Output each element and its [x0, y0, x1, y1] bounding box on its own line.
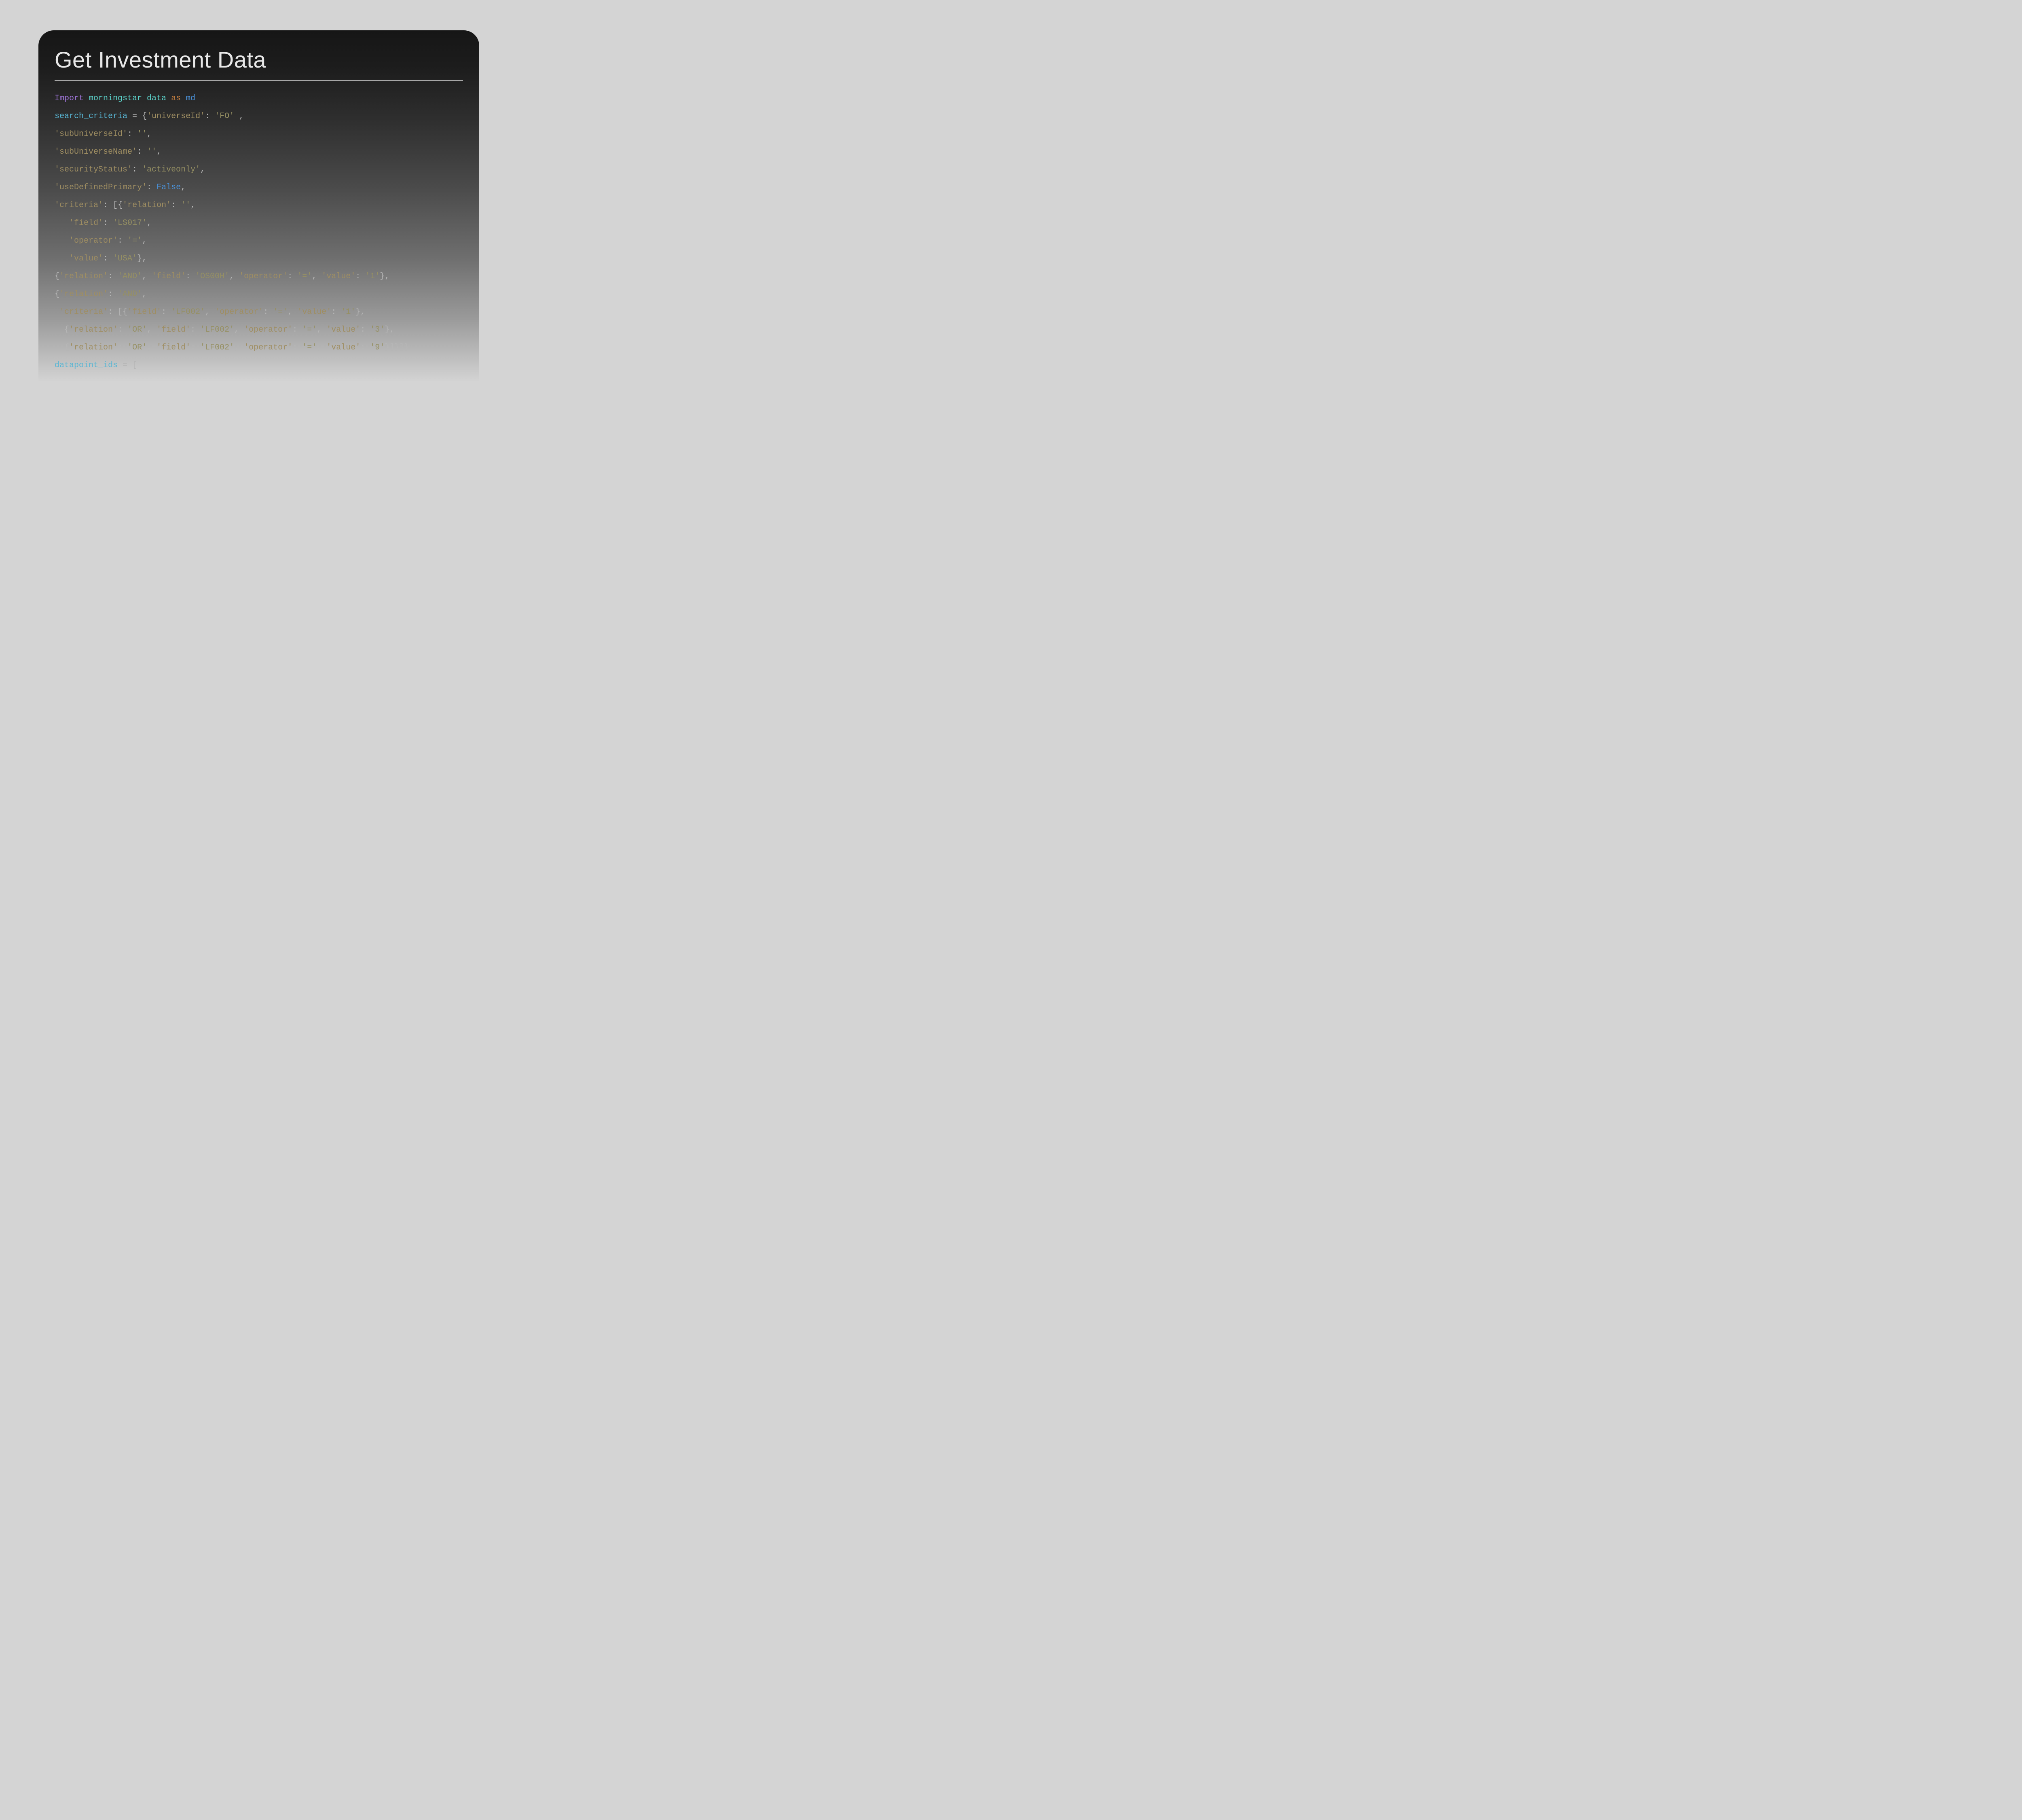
code-line-8: 'field': 'LS017',	[55, 218, 152, 228]
code-line-15: {'relation': 'OR', 'field': 'LF002', 'op…	[55, 343, 409, 352]
code-line-1: Import morningstar_data as md	[55, 94, 195, 103]
code-line-13: 'criteria': [{'field': 'LF002', 'operato…	[55, 307, 365, 317]
code-line-5: 'securityStatus': 'activeonly',	[55, 165, 205, 174]
code-line-4: 'subUniverseName': '',	[55, 147, 161, 157]
slide-card: Get Investment Data Import morningstar_d…	[38, 30, 479, 382]
var-search-criteria: search_criteria	[55, 112, 127, 121]
code-line-7: 'criteria': [{'relation': '',	[55, 201, 195, 210]
code-line-6: 'useDefinedPrimary': False,	[55, 183, 186, 192]
slide-title: Get Investment Data	[55, 47, 463, 73]
code-line-3: 'subUniverseId': '',	[55, 129, 152, 139]
keyword-as: as	[171, 94, 181, 103]
keyword-false: False	[157, 183, 181, 192]
code-line-12: {'relation': 'AND',	[55, 290, 147, 299]
module-alias: md	[186, 94, 195, 103]
module-name: morningstar_data	[89, 94, 166, 103]
code-line-11: {'relation': 'AND', 'field': 'OS00H', 'o…	[55, 272, 389, 281]
code-line-2: search_criteria = {'universeId': 'FO' ,	[55, 112, 244, 121]
code-line-9: 'operator': '=',	[55, 236, 147, 245]
code-line-16: datapoint_ids = [	[55, 361, 137, 370]
title-divider	[55, 80, 463, 81]
code-line-14: {'relation': 'OR', 'field': 'LF002', 'op…	[55, 325, 394, 334]
var-datapoint-ids: datapoint_ids	[55, 361, 118, 370]
keyword-import: Import	[55, 94, 84, 103]
code-block: Import morningstar_data as md search_cri…	[55, 90, 463, 375]
code-line-10: 'value': 'USA'},	[55, 254, 147, 263]
